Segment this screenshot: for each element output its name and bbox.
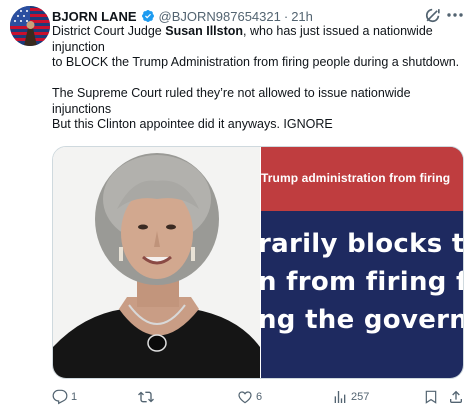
news-screenshot: Trump administration from firing rarily … (261, 147, 464, 378)
timestamp[interactable]: 21h (291, 9, 313, 24)
author-name[interactable]: BJORN LANE (52, 9, 137, 24)
tweet-media[interactable]: Trump administration from firing rarily … (52, 146, 464, 379)
text-line: District Court Judge Susan Illston, who … (52, 24, 466, 40)
text-line: injunctions (52, 101, 112, 116)
views-count: 257 (351, 391, 370, 403)
views-icon (334, 391, 346, 403)
news-headline-line: ng the governm (261, 305, 463, 335)
tweet-text: District Court Judge Susan Illston, who … (52, 24, 466, 133)
grok-icon[interactable] (423, 5, 443, 25)
text-line: The Supreme Court ruled they’re not allo… (52, 86, 411, 100)
separator-dot: · (283, 8, 289, 24)
more-options-icon[interactable] (444, 6, 466, 24)
retweet-button[interactable] (138, 388, 157, 406)
reply-button[interactable]: 1 (52, 388, 77, 406)
news-headline-line: rarily blocks th (261, 229, 464, 259)
reply-icon (52, 389, 68, 405)
news-headline-line: n from firing fe (261, 267, 463, 297)
share-icon (450, 390, 462, 403)
tweet: BJORN LANE @BJORN987654321 · 21h Distric… (0, 0, 470, 410)
action-bar: 1 6 257 (52, 388, 466, 406)
author-handle[interactable]: @BJORN987654321 (159, 9, 281, 24)
like-button[interactable]: 6 (237, 388, 262, 406)
reply-count: 1 (71, 391, 78, 403)
share-button[interactable] (448, 388, 464, 406)
bookmark-icon (425, 390, 437, 404)
bookmark-button[interactable] (423, 388, 439, 406)
text-line: But this Clinton appointee did it anyway… (52, 117, 333, 131)
views-button[interactable]: 257 (332, 388, 369, 406)
text-fragment: , who has just issued a nationwide (243, 24, 433, 38)
mention-name: Susan Illston (165, 24, 244, 38)
retweet-icon (138, 391, 154, 403)
avatar[interactable] (10, 6, 50, 46)
text-line: injunction (52, 39, 105, 54)
text-fragment: District Court Judge (52, 24, 166, 38)
portrait-photo (53, 147, 260, 378)
verified-badge-icon (141, 9, 155, 23)
tweet-header: BJORN LANE @BJORN987654321 · 21h (52, 7, 470, 25)
news-subheadline: Trump administration from firing (261, 171, 451, 185)
like-count: 6 (256, 391, 263, 403)
heart-icon (238, 391, 252, 404)
text-line: to BLOCK the Trump Administration from f… (52, 55, 460, 69)
